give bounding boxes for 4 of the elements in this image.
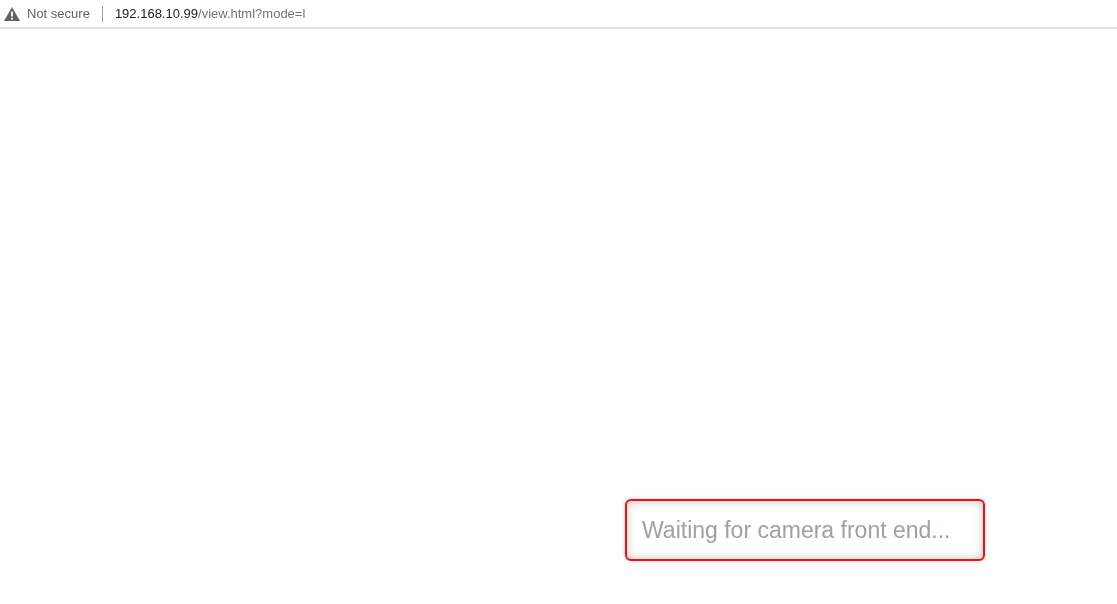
security-label[interactable]: Not secure: [27, 3, 90, 24]
status-message: Waiting for camera front end...: [642, 515, 951, 545]
warning-icon[interactable]: [4, 6, 20, 21]
url-text[interactable]: 192.168.10.99/view.html?mode=l: [114, 3, 306, 24]
